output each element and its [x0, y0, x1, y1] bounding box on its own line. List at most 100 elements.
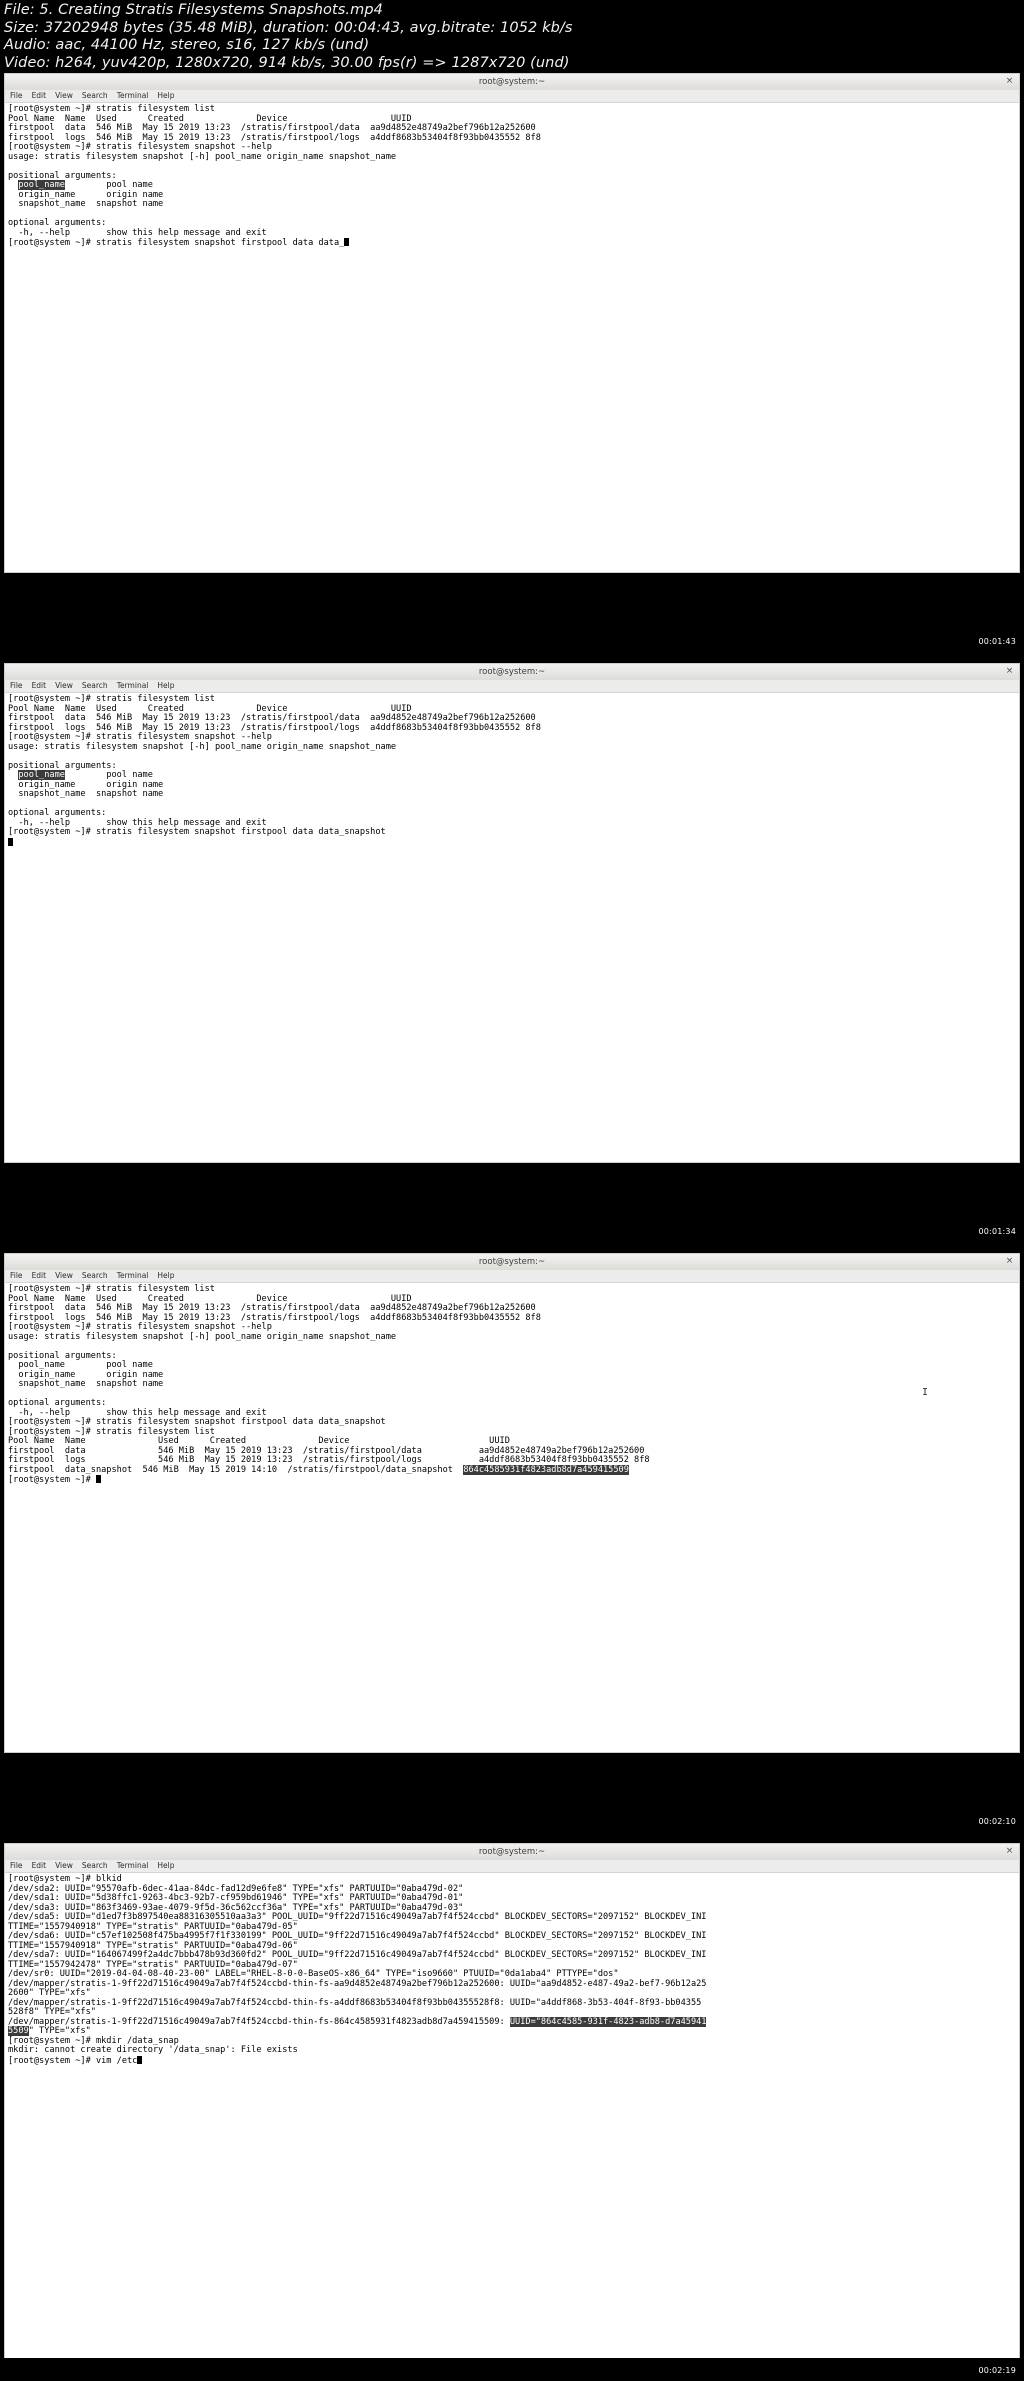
- terminal-text: 2600" TYPE="xfs": [8, 1988, 91, 1998]
- menu-item-terminal[interactable]: Terminal: [117, 682, 149, 690]
- terminal-text: [root@system ~]# stratis filesystem snap…: [8, 238, 345, 248]
- menu-item-file[interactable]: File: [10, 1272, 23, 1280]
- menu-item-file[interactable]: File: [10, 1862, 23, 1870]
- close-icon[interactable]: ×: [1005, 1847, 1014, 1856]
- window-titlebar[interactable]: root@system:~ ×: [4, 1253, 1020, 1270]
- terminal-text: [root@system ~]#: [8, 1475, 96, 1485]
- terminal-text: Pool Name Name Used Created Device UUID: [8, 1293, 412, 1304]
- terminal-text: usage: stratis filesystem snapshot [-h] …: [8, 741, 397, 752]
- window-titlebar[interactable]: root@system:~ ×: [4, 663, 1020, 680]
- menu-item-terminal[interactable]: Terminal: [117, 1272, 149, 1280]
- menu-item-view[interactable]: View: [55, 1272, 73, 1280]
- close-icon[interactable]: ×: [1005, 77, 1014, 86]
- menu-item-edit[interactable]: Edit: [32, 92, 47, 100]
- terminal-text: /dev/sda1: UUID="5d38ffc1-9263-4bc3-92b7…: [8, 1893, 464, 1903]
- terminal-text: pool name: [64, 180, 153, 190]
- selected-text: 5509: [8, 2026, 29, 2036]
- menu-item-terminal[interactable]: Terminal: [117, 1862, 149, 1870]
- terminal-output[interactable]: [root@system ~]# stratis filesystem list…: [4, 103, 1020, 573]
- terminal-line: /dev/mapper/stratis-1-9ff22d71516c49049a…: [8, 2016, 1019, 2028]
- terminal-text: optional arguments:: [8, 1398, 107, 1408]
- menu-item-file[interactable]: File: [10, 682, 23, 690]
- menu-item-terminal[interactable]: Terminal: [117, 92, 149, 100]
- menu-item-edit[interactable]: Edit: [32, 682, 47, 690]
- terminal-text: firstpool logs 546 MiB May 15 2019 13:23…: [8, 1455, 650, 1465]
- terminal-line: [root@system ~]# vim /etc: [8, 2055, 1019, 2067]
- terminal-text: [root@system ~]# stratis filesystem snap…: [8, 827, 386, 837]
- menu-item-view[interactable]: View: [55, 682, 73, 690]
- terminal-window-4: root@system:~ × File Edit View Search Terminal…: [0, 1840, 1024, 2371]
- terminal-text: " TYPE="xfs": [28, 2026, 91, 2036]
- terminal-text: /dev/sda7: UUID="164067499f2a4dc7bbb478b…: [8, 1950, 707, 1960]
- video-letterbox-strip: 00:01:34: [0, 1221, 1024, 1241]
- terminal-text: positional arguments:: [8, 170, 117, 181]
- terminal-cursor: [344, 238, 350, 246]
- menu-item-help[interactable]: Help: [157, 682, 174, 690]
- menu-item-search[interactable]: Search: [82, 92, 108, 100]
- terminal-text: /dev/mapper/stratis-1-9ff22d71516c49049a…: [8, 2016, 510, 2027]
- terminal-text: mkdir: cannot create directory '/data_sn…: [8, 2045, 298, 2055]
- terminal-text: Pool Name Name Used Created Device UUID: [8, 113, 412, 124]
- video-letterbox-strip: 00:02:19: [0, 2358, 1024, 2381]
- menu-item-search[interactable]: Search: [82, 1272, 108, 1280]
- selected-text: UUID="864c4585-931f-4823-adb8-d7a45941: [509, 2016, 707, 2027]
- menu-item-help[interactable]: Help: [157, 92, 174, 100]
- window-title: root@system:~: [478, 1256, 546, 1267]
- terminal-text: [root@system ~]# stratis filesystem list: [8, 694, 215, 704]
- terminal-text: firstpool logs 546 MiB May 15 2019 13:23…: [8, 722, 541, 733]
- menu-item-search[interactable]: Search: [82, 1862, 108, 1870]
- terminal-line: usage: stratis filesystem snapshot [-h] …: [8, 1332, 1019, 1343]
- terminal-text: [root@system ~]# stratis filesystem list: [8, 1426, 215, 1437]
- terminal-window-3: root@system:~ × File Edit View Search Terminal…: [0, 1250, 1024, 1811]
- terminal-text: snapshot_name snapshot name: [8, 199, 164, 209]
- menu-item-help[interactable]: Help: [157, 1862, 174, 1870]
- terminal-text: origin_name origin name: [8, 189, 164, 200]
- window-titlebar[interactable]: root@system:~ ×: [4, 1843, 1020, 1860]
- menu-item-search[interactable]: Search: [82, 682, 108, 690]
- terminal-line: mkdir: cannot create directory '/data_sn…: [8, 2045, 1019, 2056]
- terminal-line: snapshot_name snapshot name: [8, 1379, 1019, 1390]
- terminal-text: optional arguments:: [8, 808, 107, 818]
- terminal-text: -h, --help show this help message and ex…: [8, 1407, 267, 1418]
- terminal-text: firstpool logs 546 MiB May 15 2019 13:23…: [8, 132, 541, 143]
- window-titlebar[interactable]: root@system:~ ×: [4, 73, 1020, 90]
- selected-text: pool_name: [18, 770, 65, 780]
- terminal-text: Pool Name Name Used Created Device UUID: [8, 703, 412, 714]
- video-file-line: File: 5. Creating Stratis Filesystems Sn…: [4, 2, 383, 18]
- terminal-window-1: root@system:~ × File Edit View Search Terminal…: [0, 70, 1024, 631]
- terminal-window-frame: root@system:~ × File Edit View Search Terminal…: [4, 1843, 1020, 2371]
- video-metadata-header: File: 5. Creating Stratis Filesystems Sn…: [0, 0, 1024, 71]
- menu-item-view[interactable]: View: [55, 92, 73, 100]
- terminal-text: firstpool data 546 MiB May 15 2019 13:23…: [8, 713, 536, 723]
- terminal-text: snapshot_name snapshot name: [8, 1379, 164, 1389]
- terminal-cursor: [8, 837, 13, 846]
- menu-bar: File Edit View Search Terminal Help: [4, 1860, 1020, 1873]
- menu-item-file[interactable]: File: [10, 92, 23, 100]
- video-letterbox-strip: 00:02:10: [0, 1811, 1024, 1831]
- menu-item-view[interactable]: View: [55, 1862, 73, 1870]
- terminal-text: origin_name origin name: [8, 779, 164, 790]
- terminal-output[interactable]: [root@system ~]# stratis filesystem list…: [4, 1283, 1020, 1753]
- terminal-line: snapshot_name snapshot name: [8, 789, 1019, 800]
- close-icon[interactable]: ×: [1005, 667, 1014, 676]
- terminal-window-2: root@system:~ × File Edit View Search Terminal…: [0, 660, 1024, 1221]
- terminal-text: Pool Name Name Used Created Device UUID: [8, 1436, 510, 1446]
- menu-item-help[interactable]: Help: [157, 1272, 174, 1280]
- close-icon[interactable]: ×: [1005, 1257, 1014, 1266]
- terminal-output[interactable]: [root@system ~]# stratis filesystem list…: [4, 693, 1020, 1163]
- terminal-text: [root@system ~]# vim /etc: [8, 2055, 138, 2066]
- menu-item-edit[interactable]: Edit: [32, 1862, 47, 1870]
- terminal-line: [8, 837, 1019, 849]
- terminal-text: firstpool data_snapshot 546 MiB May 15 2…: [8, 1464, 464, 1475]
- terminal-output[interactable]: [root@system ~]# blkid/dev/sda2: UUID="9…: [4, 1873, 1020, 2371]
- window-title: root@system:~: [478, 1846, 546, 1857]
- menu-item-edit[interactable]: Edit: [32, 1272, 47, 1280]
- terminal-text: [root@system ~]# stratis filesystem snap…: [8, 732, 272, 742]
- terminal-text: [root@system ~]# stratis filesystem list: [8, 1284, 215, 1294]
- terminal-window-frame: root@system:~ × File Edit View Search Terminal…: [4, 73, 1020, 573]
